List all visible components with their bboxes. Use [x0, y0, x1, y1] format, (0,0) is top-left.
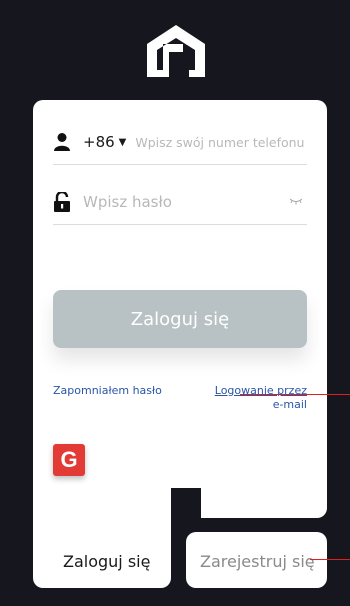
email-login-line1: Logowanie przez: [214, 384, 307, 397]
tab-login-background: [33, 500, 171, 588]
tab-login[interactable]: Zaloguj się: [63, 552, 150, 571]
login-button[interactable]: Zaloguj się: [53, 290, 307, 348]
eye-hidden-icon[interactable]: [289, 197, 303, 208]
lock-icon: [53, 190, 71, 212]
user-icon: [53, 132, 71, 152]
phone-row: +86 ▼: [53, 120, 307, 165]
phone-input[interactable]: [135, 134, 307, 150]
email-login-link[interactable]: Logowanie przez e-mail: [209, 384, 307, 412]
password-input[interactable]: [83, 193, 273, 211]
app-logo-icon: [143, 22, 209, 80]
google-icon[interactable]: G: [53, 444, 85, 476]
password-row: [53, 180, 307, 225]
tab-register-label[interactable]: Zarejestruj się: [200, 552, 315, 571]
caret-down-icon[interactable]: ▼: [119, 137, 127, 148]
annotation-line-register: [310, 559, 350, 560]
card-notch: [171, 488, 201, 518]
email-login-line2: e-mail: [272, 398, 307, 411]
annotation-line-email: [240, 394, 350, 395]
country-code-selector[interactable]: +86: [83, 133, 115, 151]
forgot-password-link[interactable]: Zapomniałem hasło: [53, 384, 162, 398]
